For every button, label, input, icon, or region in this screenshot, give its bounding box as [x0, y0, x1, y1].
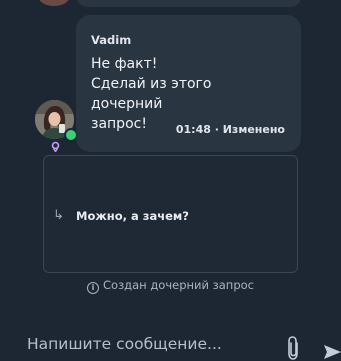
message-author[interactable]: Vadim	[91, 33, 286, 47]
child-request-card[interactable]: ↳ Можно, а зачем?	[43, 155, 298, 273]
send-icon[interactable]	[322, 342, 341, 361]
message-input[interactable]	[27, 330, 277, 358]
system-notice: i Создан дочерний запрос	[0, 278, 341, 294]
child-request-text: Можно, а зачем?	[76, 209, 189, 223]
info-icon: i	[87, 282, 99, 294]
previous-message-bubble	[76, 0, 302, 7]
message-line: Сделай из этого дочерний	[91, 76, 212, 112]
previous-message-avatar	[38, 0, 70, 6]
reply-arrow-icon: ↳	[53, 208, 64, 223]
message-line: Не факт!	[91, 56, 158, 72]
message-meta: 01:48 · Изменено	[175, 123, 285, 136]
message-text: Не факт! Сделай из этого дочерний запрос…	[91, 54, 286, 134]
message-composer	[0, 330, 341, 361]
mentor-badge-icon	[51, 141, 60, 152]
message-bubble[interactable]: Vadim Не факт! Сделай из этого дочерний …	[76, 15, 301, 152]
system-notice-text: Создан дочерний запрос	[103, 278, 254, 292]
paperclip-icon[interactable]	[285, 335, 303, 361]
